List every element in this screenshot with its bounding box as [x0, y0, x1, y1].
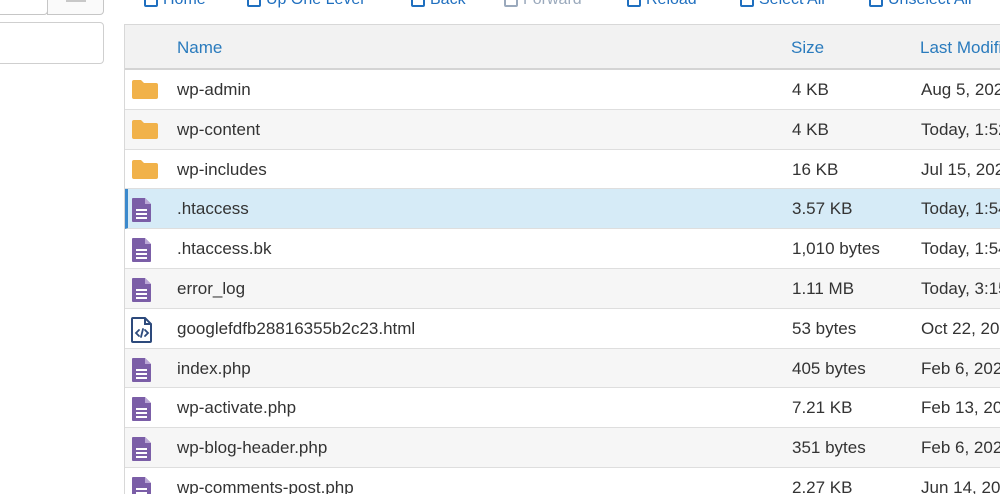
text-file-icon	[131, 396, 157, 422]
table-row[interactable]: wp-includes 16 KB Jul 15, 2024	[125, 149, 1000, 190]
file-name: wp-activate.php	[177, 398, 297, 418]
text-file-icon	[131, 197, 157, 223]
home-icon	[144, 0, 158, 7]
checkbox-checked-icon	[740, 0, 754, 7]
file-name: wp-admin	[177, 80, 251, 99]
file-size: 1.11 MB	[792, 278, 855, 298]
file-table: Name Size Last Modified wp-admin 4 KB Au…	[124, 24, 1000, 494]
home-button[interactable]: Home	[144, 0, 206, 12]
file-size: 2.27 KB	[792, 477, 853, 494]
reload-button[interactable]: Reload	[627, 0, 697, 12]
html-file-icon	[131, 316, 157, 343]
forward-button[interactable]: Forward	[504, 0, 582, 12]
file-manager: Home Up One Level Back Forward Reload Se…	[0, 0, 1000, 494]
file-last-modified: Oct 22, 2019	[921, 318, 1000, 338]
sidebar	[0, 0, 110, 494]
file-last-modified: Feb 13, 2024	[921, 398, 1000, 418]
text-file-icon	[131, 476, 157, 494]
file-size: 405 bytes	[792, 358, 866, 378]
sidebar-tree-panel[interactable]	[0, 22, 104, 64]
column-header-name[interactable]: Name	[177, 25, 222, 70]
file-last-modified: Today, 1:54 PM	[921, 199, 1000, 219]
file-name: wp-comments-post.php	[177, 477, 354, 494]
back-label: Back	[430, 0, 466, 9]
file-last-modified: Jun 14, 2023	[921, 477, 1000, 494]
text-file-icon	[131, 237, 157, 263]
file-last-modified: Today, 1:52 PM	[921, 119, 1000, 139]
file-name: error_log	[177, 278, 246, 298]
file-name: wp-content	[177, 119, 261, 139]
table-row[interactable]: error_log 1.11 MB Today, 3:15 PM	[125, 268, 1000, 309]
sidebar-go-button[interactable]	[47, 0, 104, 15]
folder-icon	[131, 158, 158, 182]
toolbar: Home Up One Level Back Forward Reload Se…	[124, 0, 1000, 12]
table-row[interactable]: wp-admin 4 KB Aug 5, 2024	[125, 70, 1000, 110]
file-name: wp-blog-header.php	[177, 438, 328, 458]
file-name: .htaccess.bk	[177, 239, 272, 259]
folder-icon	[131, 118, 158, 142]
file-size: 16 KB	[792, 159, 839, 179]
file-size: 1,010 bytes	[792, 239, 880, 259]
file-last-modified: Jul 15, 2024	[921, 159, 1000, 179]
table-row[interactable]: .htaccess 3.57 KB Today, 1:54 PM	[125, 189, 1000, 230]
sidebar-path-input[interactable]	[0, 0, 48, 15]
forward-arrow-icon	[504, 0, 518, 7]
select-all-button[interactable]: Select All	[740, 0, 825, 12]
file-last-modified: Aug 5, 2024	[921, 80, 1000, 99]
text-file-icon	[131, 436, 157, 462]
table-row[interactable]: wp-blog-header.php 351 bytes Feb 6, 2020	[125, 428, 1000, 468]
text-file-icon	[131, 277, 157, 302]
file-name: googlefdfb28816355b2c23.html	[177, 318, 416, 338]
folder-icon	[131, 78, 158, 102]
reload-icon	[627, 0, 641, 7]
file-name: .htaccess	[177, 199, 249, 219]
file-name: wp-includes	[177, 159, 267, 179]
home-label: Home	[163, 0, 206, 9]
up-arrow-icon	[247, 0, 261, 7]
file-last-modified: Feb 6, 2020	[921, 438, 1000, 458]
file-size: 4 KB	[792, 80, 829, 99]
table-row[interactable]: googlefdfb28816355b2c23.html 53 bytes Oc…	[125, 308, 1000, 349]
table-row[interactable]: wp-comments-post.php 2.27 KB Jun 14, 202…	[125, 467, 1000, 494]
file-last-modified: Today, 3:15 PM	[921, 278, 1000, 298]
file-size: 4 KB	[792, 119, 829, 139]
file-size: 3.57 KB	[792, 199, 853, 219]
back-arrow-icon	[411, 0, 425, 7]
select-all-label: Select All	[759, 0, 825, 9]
file-size: 351 bytes	[792, 438, 866, 458]
file-name: index.php	[177, 358, 251, 378]
unselect-all-label: Unselect All	[888, 0, 972, 9]
column-header-last-modified[interactable]: Last Modified	[920, 25, 1000, 70]
file-size: 53 bytes	[792, 318, 857, 338]
checkbox-empty-icon	[869, 0, 883, 7]
text-file-icon	[131, 357, 157, 382]
table-row[interactable]: wp-activate.php 7.21 KB Feb 13, 2024	[125, 388, 1000, 429]
up-one-level-label: Up One Level	[266, 0, 364, 9]
column-header-size[interactable]: Size	[791, 25, 824, 70]
table-header: Name Size Last Modified	[125, 25, 1000, 70]
file-last-modified: Today, 1:54 PM	[921, 239, 1000, 259]
table-row[interactable]: wp-content 4 KB Today, 1:52 PM	[125, 109, 1000, 150]
reload-label: Reload	[646, 0, 697, 9]
up-one-level-button[interactable]: Up One Level	[247, 0, 364, 12]
table-body: wp-admin 4 KB Aug 5, 2024 wp-content 4 K…	[125, 70, 1000, 494]
file-last-modified: Feb 6, 2020	[921, 358, 1000, 378]
back-button[interactable]: Back	[411, 0, 466, 12]
file-size: 7.21 KB	[792, 398, 853, 418]
forward-label: Forward	[523, 0, 582, 9]
table-row[interactable]: .htaccess.bk 1,010 bytes Today, 1:54 PM	[125, 229, 1000, 269]
table-row[interactable]: index.php 405 bytes Feb 6, 2020	[125, 348, 1000, 389]
unselect-all-button[interactable]: Unselect All	[869, 0, 972, 12]
